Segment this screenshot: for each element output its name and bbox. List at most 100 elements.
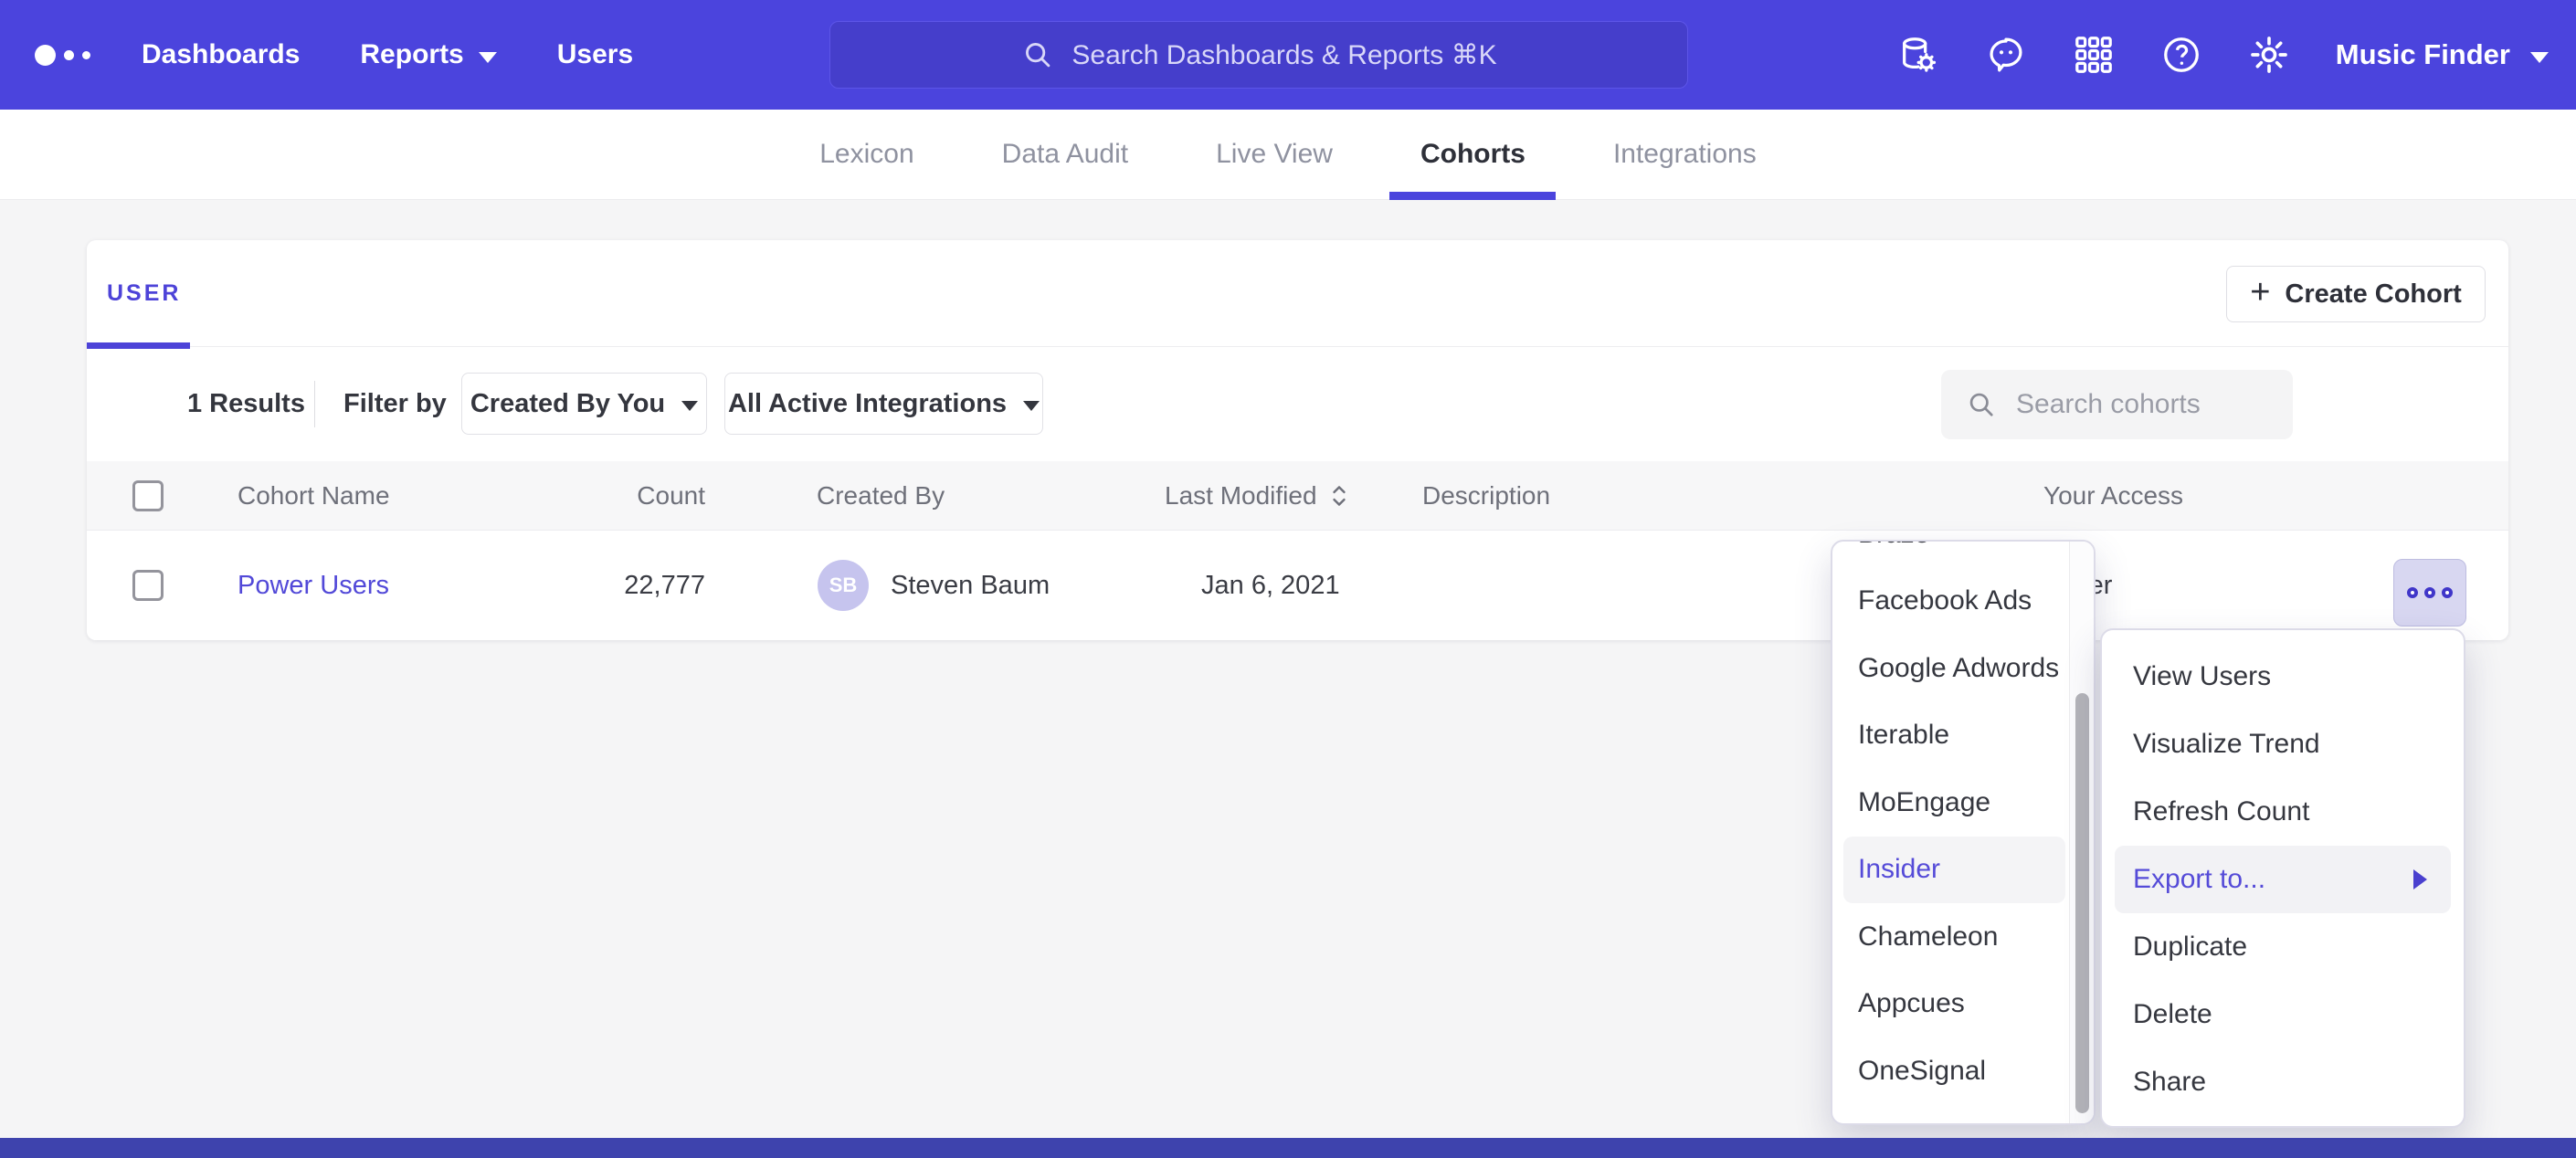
- dropdown-value: All Active Integrations: [728, 389, 1007, 419]
- chevron-down-icon: [2530, 52, 2549, 63]
- export-integrations-menu: Braze Facebook Ads Google Adwords Iterab…: [1831, 540, 2096, 1125]
- menu-item-appcues[interactable]: Appcues: [1832, 971, 2069, 1038]
- global-search-placeholder: Search Dashboards & Reports ⌘K: [1072, 39, 1496, 71]
- chevron-down-icon: [479, 52, 497, 63]
- tab-integrations[interactable]: Integrations: [1613, 110, 1757, 200]
- scrollbar-thumb[interactable]: [2075, 693, 2089, 1113]
- column-header-description[interactable]: Description: [1422, 461, 1550, 530]
- sort-icon[interactable]: [1328, 482, 1350, 510]
- tab-cohorts[interactable]: Cohorts: [1420, 110, 1526, 200]
- cohort-count: 22,777: [598, 531, 705, 640]
- tab-lexicon[interactable]: Lexicon: [819, 110, 913, 200]
- select-all-checkbox[interactable]: [132, 480, 164, 511]
- chevron-down-icon: [1023, 401, 1040, 411]
- column-header-label: Last Modified: [1165, 481, 1317, 511]
- tab-label: USER: [107, 280, 181, 307]
- menu-item-delete[interactable]: Delete: [2102, 981, 2464, 1048]
- cohort-name-link[interactable]: Power Users: [238, 531, 389, 640]
- nav-item-dashboards[interactable]: Dashboards: [142, 39, 300, 70]
- integration-list: Braze Facebook Ads Google Adwords Iterab…: [1832, 540, 2069, 1105]
- avatar: SB: [818, 560, 869, 611]
- top-nav-actions: Music Finder: [1897, 0, 2549, 110]
- last-modified-value: Jan 6, 2021: [1201, 531, 1340, 640]
- created-by-value: Steven Baum: [891, 531, 1050, 640]
- screen: Dashboards Reports Users Search Dashboar…: [0, 0, 2576, 1158]
- nav-item-label: Users: [557, 39, 633, 70]
- created-by-dropdown[interactable]: Created By You: [461, 373, 707, 435]
- column-header-last-modified[interactable]: Last Modified: [1165, 461, 1350, 530]
- menu-item-iterable[interactable]: Iterable: [1832, 702, 2069, 770]
- scrollbar-track[interactable]: [2069, 542, 2094, 1123]
- top-nav: Dashboards Reports Users Search Dashboar…: [0, 0, 2576, 110]
- chevron-down-icon: [681, 401, 698, 411]
- brand-logo[interactable]: [35, 0, 90, 110]
- top-nav-links: Dashboards Reports Users: [142, 0, 633, 110]
- cohort-type-tabstrip: USER + Create Cohort: [87, 240, 2508, 347]
- tab-live-view[interactable]: Live View: [1216, 110, 1333, 200]
- help-icon[interactable]: [2160, 34, 2202, 76]
- tab-user-cohorts[interactable]: USER: [107, 240, 181, 347]
- nav-item-users[interactable]: Users: [557, 39, 633, 70]
- active-integrations-dropdown[interactable]: All Active Integrations: [724, 373, 1043, 435]
- dot-icon: [2424, 587, 2435, 598]
- filter-by-label: Filter by: [343, 347, 447, 461]
- menu-item-share[interactable]: Share: [2102, 1048, 2464, 1116]
- search-icon: [1965, 388, 1998, 421]
- nav-item-reports[interactable]: Reports: [360, 39, 496, 70]
- tab-label: Data Audit: [1002, 139, 1128, 170]
- column-header-count[interactable]: Count: [598, 461, 705, 530]
- project-switcher[interactable]: Music Finder: [2336, 38, 2549, 71]
- menu-item-duplicate[interactable]: Duplicate: [2102, 913, 2464, 981]
- filter-toolbar: 1 Results Filter by Created By You All A…: [87, 347, 2508, 461]
- apps-grid-icon[interactable]: [2073, 34, 2115, 76]
- row-actions-menu: View Users Visualize Trend Refresh Count…: [2100, 628, 2465, 1128]
- feedback-icon[interactable]: [1985, 34, 2027, 76]
- section-tabs: Lexicon Data Audit Live View Cohorts Int…: [0, 110, 2576, 200]
- row-actions-button[interactable]: [2393, 559, 2466, 626]
- menu-item-chameleon[interactable]: Chameleon: [1832, 903, 2069, 971]
- global-search-input[interactable]: Search Dashboards & Reports ⌘K: [829, 21, 1688, 89]
- project-name: Music Finder: [2336, 38, 2510, 71]
- menu-item-label: Export to...: [2133, 864, 2265, 895]
- tab-label: Integrations: [1613, 139, 1757, 170]
- menu-item-export-to[interactable]: Export to...: [2115, 846, 2451, 913]
- menu-item-facebook-ads[interactable]: Facebook Ads: [1832, 568, 2069, 636]
- bottom-bar: [0, 1138, 2576, 1158]
- search-icon: [1020, 37, 1055, 72]
- data-management-icon[interactable]: [1897, 34, 1939, 76]
- active-tab-underline: [1389, 192, 1556, 200]
- table-header: Cohort Name Count Created By Last Modifi…: [87, 461, 2508, 531]
- column-header-cohort-name[interactable]: Cohort Name: [238, 461, 390, 530]
- create-cohort-label: Create Cohort: [2285, 279, 2461, 310]
- search-cohorts-input[interactable]: Search cohorts: [1941, 370, 2293, 439]
- submenu-arrow-icon: [2413, 869, 2427, 890]
- dropdown-value: Created By You: [470, 389, 665, 419]
- column-header-your-access[interactable]: Your Access: [2043, 461, 2183, 530]
- results-count: 1 Results: [187, 347, 305, 461]
- tab-data-audit[interactable]: Data Audit: [1002, 110, 1128, 200]
- row-checkbox[interactable]: [132, 570, 164, 601]
- table-row[interactable]: Power Users 22,777 SB Steven Baum Jan 6,…: [87, 531, 2508, 640]
- menu-item-insider[interactable]: Insider: [1843, 837, 2065, 904]
- dot-icon: [2442, 587, 2453, 598]
- search-cohorts-placeholder: Search cohorts: [2016, 389, 2201, 420]
- menu-item-google-adwords[interactable]: Google Adwords: [1832, 635, 2069, 702]
- menu-item-view-users[interactable]: View Users: [2102, 643, 2464, 711]
- menu-item-onesignal[interactable]: OneSignal: [1832, 1037, 2069, 1105]
- plus-icon: +: [2250, 275, 2270, 310]
- create-cohort-button[interactable]: + Create Cohort: [2226, 266, 2486, 322]
- menu-item-refresh-count[interactable]: Refresh Count: [2102, 778, 2464, 846]
- brand-dot-icon: [82, 51, 90, 59]
- cohorts-panel: USER + Create Cohort 1 Results Filter by…: [87, 240, 2508, 640]
- tab-label: Lexicon: [819, 139, 913, 170]
- settings-icon[interactable]: [2248, 34, 2290, 76]
- tab-label: Live View: [1216, 139, 1333, 170]
- actions-list: View Users Visualize Trend Refresh Count…: [2102, 643, 2464, 1116]
- menu-item-moengage[interactable]: MoEngage: [1832, 769, 2069, 837]
- nav-item-label: Reports: [360, 39, 463, 70]
- brand-dot-icon: [64, 50, 74, 60]
- column-header-created-by[interactable]: Created By: [817, 461, 945, 530]
- menu-item-visualize-trend[interactable]: Visualize Trend: [2102, 711, 2464, 778]
- brand-dot-icon: [35, 45, 56, 66]
- menu-item-braze[interactable]: Braze: [1832, 540, 2069, 568]
